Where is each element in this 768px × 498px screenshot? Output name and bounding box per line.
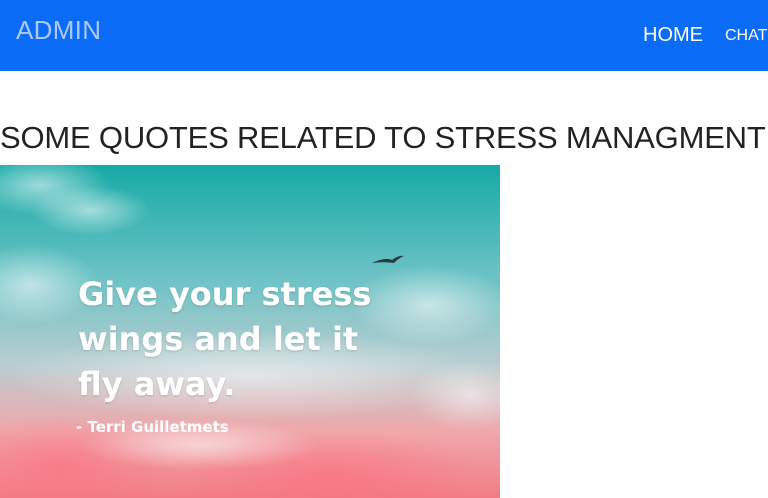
navbar: ADMIN HOME CHAT	[0, 0, 768, 71]
nav-link-home[interactable]: HOME	[643, 23, 703, 47]
brand-logo-link[interactable]: ADMIN	[16, 14, 101, 46]
quote-author: - Terri Guilletmets	[76, 418, 229, 436]
nav-link-chat[interactable]: CHAT	[725, 26, 767, 46]
quote-line: fly away.	[78, 365, 236, 403]
quote-line: Give your stress	[78, 275, 372, 313]
quote-text: Give your stress wings and let it fly aw…	[78, 272, 371, 407]
page-heading: SOME QUOTES RELATED TO STRESS MANAGMENT	[0, 120, 766, 155]
quote-line: wings and let it	[78, 320, 359, 358]
quote-image: Give your stress wings and let it fly aw…	[0, 165, 500, 498]
